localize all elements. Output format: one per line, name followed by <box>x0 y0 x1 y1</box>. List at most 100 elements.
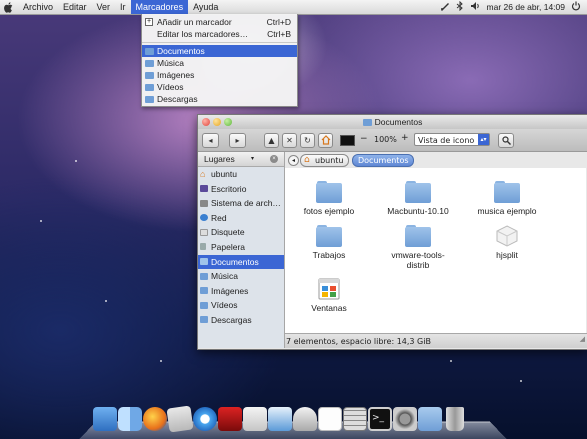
bookmark-label: Descargas <box>157 94 198 104</box>
menu-editar[interactable]: Editar <box>58 0 92 14</box>
calculator-icon[interactable] <box>343 407 367 431</box>
terminal-icon[interactable] <box>340 135 355 146</box>
disk-icon[interactable] <box>293 407 317 431</box>
bookmark-imagenes[interactable]: Imágenes <box>142 69 297 81</box>
sidebar-item-label: Descargas <box>211 314 252 325</box>
resize-grip-icon[interactable]: ◢ <box>580 332 585 347</box>
sidebar-item-filesystem[interactable]: Sistema de arch… <box>198 196 284 211</box>
file-item-label: hjsplit <box>496 250 518 260</box>
maximize-window-button[interactable] <box>224 118 232 126</box>
firefox-icon[interactable] <box>143 407 167 431</box>
sidebar-item-ubuntu[interactable]: ⌂ ubuntu <box>198 167 284 182</box>
add-bookmark-label: Añadir un marcador <box>157 17 232 27</box>
menu-ayuda[interactable]: Ayuda <box>188 0 223 14</box>
photo-booth-icon[interactable] <box>218 407 242 431</box>
path-back-icon[interactable]: ◂ <box>288 155 299 166</box>
power-icon[interactable] <box>571 1 581 13</box>
sidebar-item-label: Escritorio <box>211 183 247 194</box>
menu-ver[interactable]: Ver <box>92 0 116 14</box>
sidebar-item-papelera[interactable]: Papelera <box>198 240 284 255</box>
window-title: Documentos <box>374 117 423 127</box>
sidebar-item-label: Red <box>211 212 227 223</box>
sidebar-item-documentos[interactable]: Documentos <box>198 254 284 270</box>
folder-icon <box>316 181 342 203</box>
close-sidebar-icon[interactable]: × <box>270 155 278 163</box>
add-bookmark-item[interactable]: + Añadir un marcador Ctrl+D <box>142 16 297 28</box>
menu-marcadores[interactable]: Marcadores <box>130 0 189 14</box>
file-item[interactable]: Ventanas <box>289 278 369 313</box>
breadcrumb-label: ubuntu <box>315 156 344 165</box>
stop-button[interactable]: ✕ <box>282 133 297 148</box>
volume-icon[interactable] <box>470 1 481 13</box>
zoom-in-icon[interactable]: + <box>401 133 409 143</box>
downloads-folder-icon[interactable] <box>418 407 442 431</box>
clock[interactable]: mar 26 de abr, 14:09 <box>487 2 565 12</box>
pen-tool-icon[interactable] <box>440 1 450 13</box>
minimize-window-button[interactable] <box>213 118 221 126</box>
apple-logo-icon[interactable] <box>0 0 18 14</box>
sidebar-header[interactable]: Lugares ▾ × <box>198 152 284 167</box>
back-button[interactable]: ◂ <box>202 133 219 148</box>
reload-button[interactable]: ↻ <box>300 133 315 148</box>
breadcrumb-ubuntu[interactable]: ⌂ ubuntu <box>300 154 349 167</box>
sidebar-item-label: Documentos <box>211 256 259 267</box>
file-item[interactable]: Trabajos <box>289 225 369 260</box>
mail-icon[interactable] <box>166 405 194 433</box>
window-toolbar: ◂ ▸ ▲ ✕ ↻ − 100% + Vista de icono ▴▾ <box>198 129 587 152</box>
sidebar-item-descargas[interactable]: Descargas <box>198 313 284 328</box>
bookmark-descargas[interactable]: Descargas <box>142 93 297 105</box>
desktop-icon <box>200 185 208 193</box>
sidebar-item-imagenes[interactable]: Imágenes <box>198 284 284 299</box>
window-titlebar[interactable]: Documentos <box>198 115 587 129</box>
sidebar-item-musica[interactable]: Música <box>198 269 284 284</box>
chevron-down-icon[interactable]: ▾ <box>251 152 254 166</box>
preview-icon[interactable] <box>243 407 267 431</box>
bookmark-videos[interactable]: Vídeos <box>142 81 297 93</box>
bookmark-musica[interactable]: Música <box>142 57 297 69</box>
chevron-updown-icon: ▴▾ <box>478 134 489 145</box>
network-icon <box>200 214 208 222</box>
home-button[interactable] <box>318 133 333 148</box>
sidebar-item-videos[interactable]: Vídeos <box>198 298 284 313</box>
system-settings-icon[interactable] <box>393 407 417 431</box>
search-button[interactable] <box>498 133 514 148</box>
finder-icon[interactable] <box>118 407 142 431</box>
sidebar-item-disquete[interactable]: Disquete <box>198 225 284 240</box>
file-item[interactable]: Macbuntu-10.10 <box>378 181 458 216</box>
menu-ir[interactable]: Ir <box>115 0 131 14</box>
up-button[interactable]: ▲ <box>264 133 279 148</box>
file-item[interactable]: vmware-tools-distrib <box>378 225 458 270</box>
itunes-icon[interactable] <box>193 407 217 431</box>
view-mode-select[interactable]: Vista de icono ▴▾ <box>414 133 490 146</box>
star-decoration <box>40 220 42 222</box>
file-item[interactable]: hjsplit <box>467 225 547 260</box>
sidebar-item-escritorio[interactable]: Escritorio <box>198 182 284 197</box>
sidebar-item-red[interactable]: Red <box>198 211 284 226</box>
file-item[interactable]: musica ejemplo <box>467 181 547 216</box>
text-editor-icon[interactable] <box>318 407 342 431</box>
edit-bookmarks-shortcut: Ctrl+B <box>267 29 291 39</box>
window-file-icon <box>316 278 342 300</box>
menu-archivo[interactable]: Archivo <box>18 0 58 14</box>
file-item[interactable]: fotos ejemplo <box>289 181 369 216</box>
bookmark-label: Vídeos <box>157 82 184 92</box>
forward-button[interactable]: ▸ <box>229 133 246 148</box>
ubuntu-software-icon[interactable] <box>93 407 117 431</box>
edit-bookmarks-item[interactable]: Editar los marcadores… Ctrl+B <box>142 28 297 40</box>
star-decoration <box>160 360 162 362</box>
image-viewer-icon[interactable] <box>268 407 292 431</box>
file-item-label: Macbuntu-10.10 <box>387 206 449 216</box>
zoom-out-icon[interactable]: − <box>360 134 368 144</box>
title-folder-icon <box>362 119 372 126</box>
star-decoration <box>520 380 522 382</box>
zoom-level: 100% <box>374 135 397 144</box>
bluetooth-icon[interactable] <box>456 0 464 13</box>
trash-icon[interactable] <box>446 407 464 431</box>
breadcrumb-documentos[interactable]: Documentos <box>352 154 414 167</box>
close-window-button[interactable] <box>202 118 210 126</box>
bookmark-documentos[interactable]: Documentos <box>142 45 297 57</box>
menu-separator <box>142 42 297 43</box>
trash-icon <box>200 243 206 251</box>
add-bookmark-icon: + <box>145 18 153 26</box>
terminal-icon[interactable]: >_ <box>368 407 392 431</box>
